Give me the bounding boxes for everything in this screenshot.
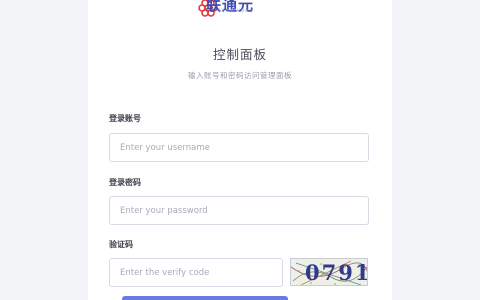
verify-code-label: 验证码 [109,240,133,249]
login-card: 联通元 SUNUCHONG 控制面板 输入账号和密码访问管理面板 登录账号 登录… [88,0,392,300]
page-subtitle: 输入账号和密码访问管理面板 [188,71,292,80]
password-label: 登录密码 [109,178,141,187]
captcha-image[interactable]: 0791 [290,258,368,286]
login-button[interactable] [122,296,288,300]
password-input[interactable] [109,196,369,225]
verify-code-input[interactable] [109,258,283,287]
page-title: 控制面板 [212,47,267,62]
username-label: 登录账号 [109,114,141,123]
brand-subtitle: SUNUCHONG [218,8,254,13]
captcha-text: 0791 [305,260,368,285]
username-input[interactable] [109,133,369,162]
